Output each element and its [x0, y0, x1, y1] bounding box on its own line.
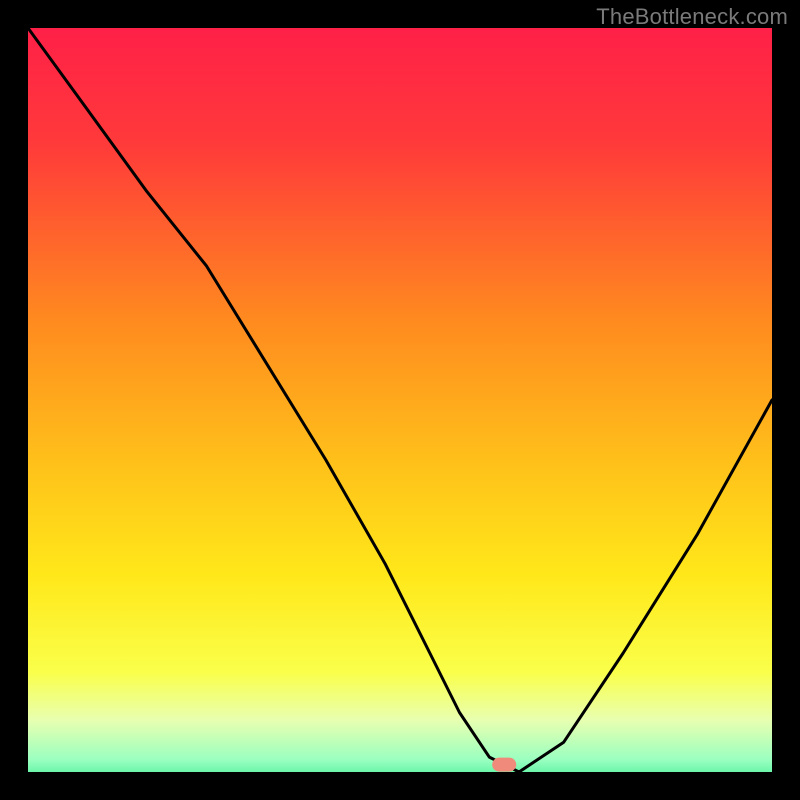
watermark-text: TheBottleneck.com — [596, 4, 788, 30]
bottleneck-chart — [0, 0, 800, 800]
gradient-background — [0, 0, 800, 800]
optimal-marker — [492, 758, 516, 772]
chart-frame: TheBottleneck.com — [0, 0, 800, 800]
